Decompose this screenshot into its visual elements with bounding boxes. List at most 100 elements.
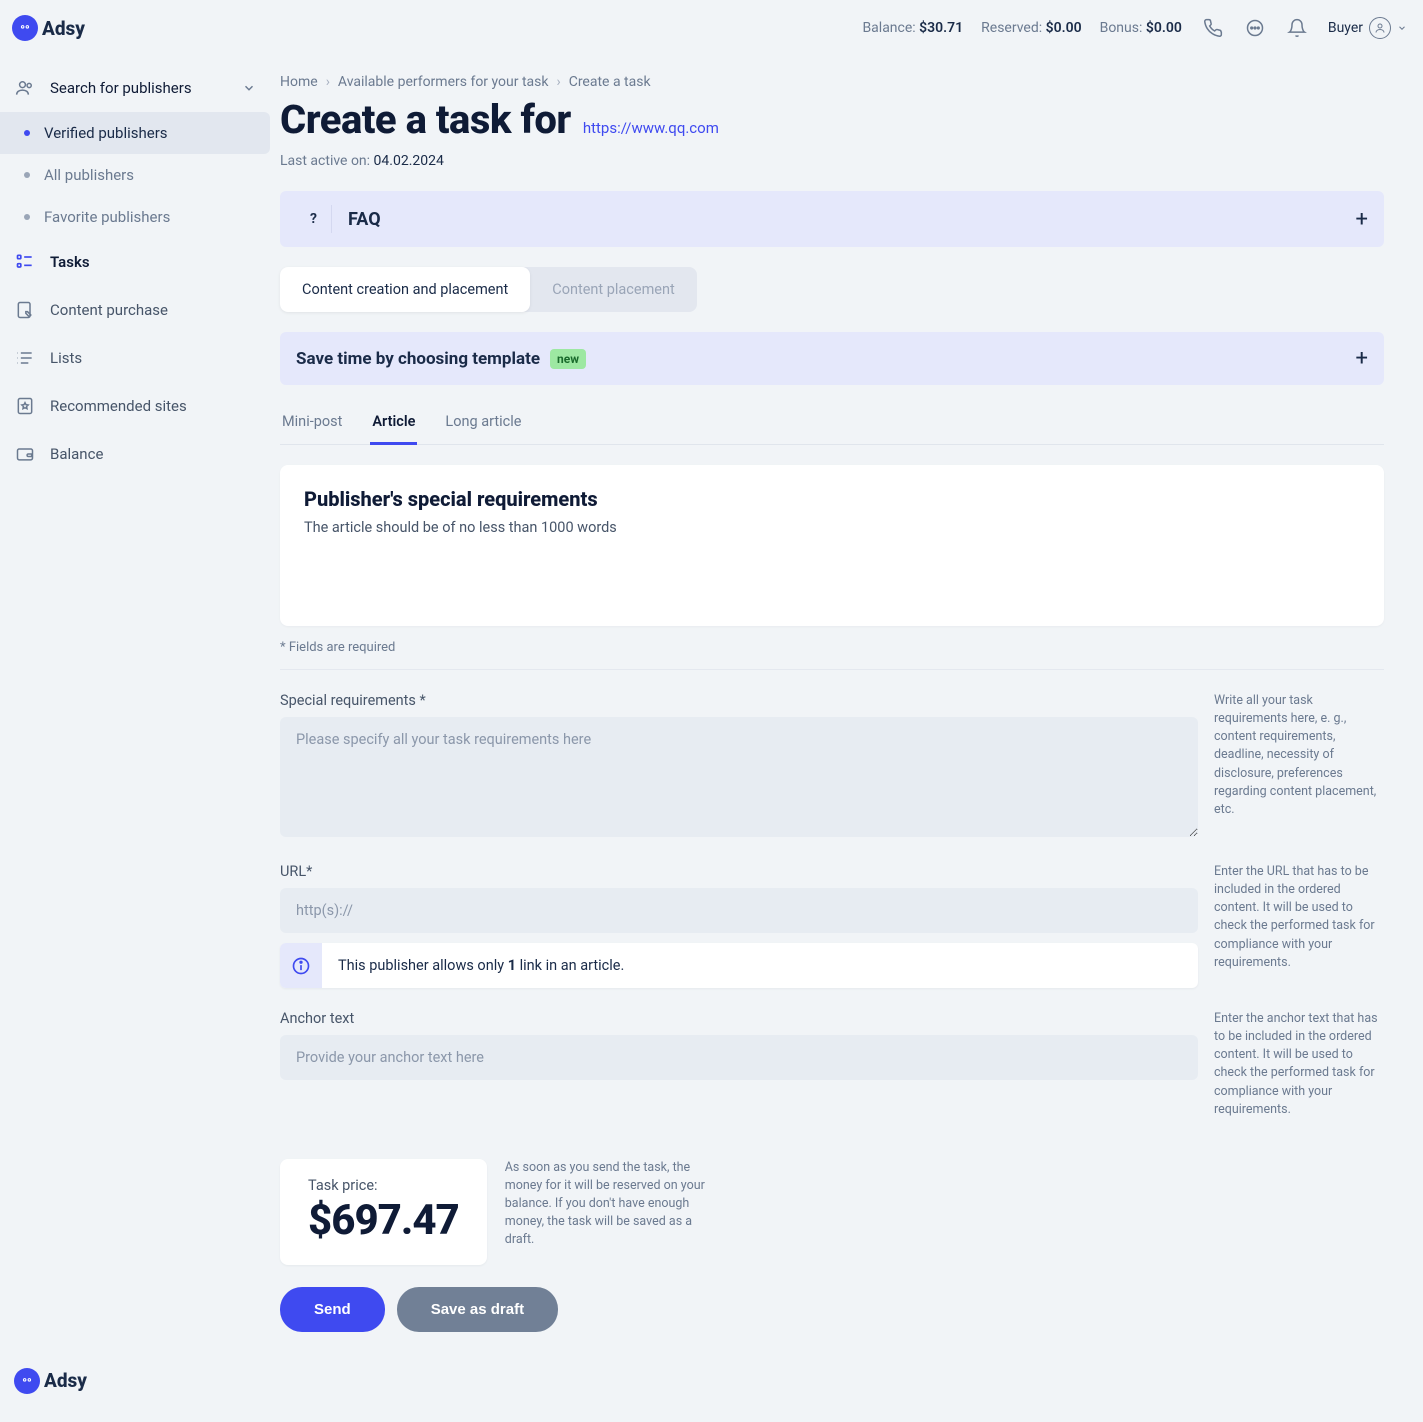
sidebar-item-label: All publishers — [44, 166, 134, 184]
price-card: Task price: $697.47 — [280, 1159, 487, 1265]
anchor-input[interactable] — [280, 1035, 1198, 1080]
sidebar-item-tasks[interactable]: Tasks — [0, 238, 270, 286]
field-special-requirements: Special requirements * Write all your ta… — [280, 692, 1384, 841]
avatar-icon — [1369, 17, 1391, 39]
plus-icon[interactable]: + — [1356, 346, 1368, 371]
save-draft-button[interactable]: Save as draft — [397, 1287, 558, 1332]
price-row: Task price: $697.47 As soon as you send … — [280, 1159, 1384, 1265]
logo-icon — [14, 1368, 40, 1394]
faq-question-icon: ? — [296, 205, 332, 233]
chevron-down-icon — [242, 81, 256, 95]
field-hint: Enter the anchor text that has to be inc… — [1214, 1010, 1384, 1119]
bonus-block[interactable]: Bonus: $0.00 — [1100, 20, 1182, 36]
sidebar-item-recommended[interactable]: Recommended sites — [0, 382, 270, 430]
task-type-pills: Content creation and placement Content p… — [280, 267, 697, 312]
price-value: $697.47 — [308, 1196, 459, 1245]
wallet-icon — [14, 444, 36, 464]
template-title: Save time by choosing template — [296, 349, 540, 369]
document-edit-icon — [14, 300, 36, 320]
special-requirements-input[interactable] — [280, 717, 1198, 837]
footer-logo[interactable]: Adsy — [12, 1368, 1384, 1394]
sidebar-item-balance[interactable]: Balance — [0, 430, 270, 478]
crumb-current: Create a task — [569, 74, 651, 90]
user-menu[interactable]: Buyer — [1328, 17, 1407, 39]
star-doc-icon — [14, 396, 36, 416]
form-actions: Send Save as draft — [280, 1287, 1384, 1332]
dot-icon — [24, 130, 30, 136]
price-hint: As soon as you send the task, the money … — [505, 1159, 715, 1265]
dot-icon — [24, 172, 30, 178]
bell-icon[interactable] — [1286, 17, 1308, 39]
chevron-right-icon: › — [326, 74, 330, 90]
breadcrumb: Home › Available performers for your tas… — [280, 74, 1384, 90]
new-badge: new — [550, 349, 586, 369]
sidebar-item-verified[interactable]: Verified publishers — [0, 112, 270, 154]
logo[interactable]: Adsy — [12, 15, 85, 41]
crumb-available[interactable]: Available performers for your task — [338, 74, 549, 90]
url-info: This publisher allows only 1 link in an … — [280, 943, 1198, 988]
plus-icon[interactable]: + — [1356, 207, 1368, 232]
tab-mini-post[interactable]: Mini-post — [280, 403, 344, 444]
send-button[interactable]: Send — [280, 1287, 385, 1332]
requirements-text: The article should be of no less than 10… — [304, 519, 1360, 536]
pill-content-creation[interactable]: Content creation and placement — [280, 267, 530, 312]
sidebar-item-label: Tasks — [50, 253, 90, 271]
info-text: This publisher allows only 1 link in an … — [322, 943, 640, 988]
field-label: URL* — [280, 863, 1198, 880]
field-url: URL* This publisher allows only 1 link i… — [280, 863, 1384, 988]
main: Home › Available performers for your tas… — [270, 0, 1410, 1422]
field-hint: Write all your task requirements here, e… — [1214, 692, 1384, 819]
sidebar-item-label: Verified publishers — [44, 124, 168, 142]
logo-icon — [12, 15, 38, 41]
users-icon — [14, 78, 36, 98]
sidebar-item-content-purchase[interactable]: Content purchase — [0, 286, 270, 334]
last-active: Last active on: 04.02.2024 — [280, 153, 1384, 169]
divider — [280, 669, 1384, 670]
tab-article[interactable]: Article — [370, 403, 417, 445]
sidebar: Search for publishers Verified publisher… — [0, 0, 270, 1422]
template-panel[interactable]: Save time by choosing template new + — [280, 332, 1384, 385]
publisher-requirements-box: Publisher's special requirements The art… — [280, 465, 1384, 626]
sidebar-search-publishers[interactable]: Search for publishers — [0, 64, 270, 112]
chat-icon[interactable] — [1244, 17, 1266, 39]
crumb-home[interactable]: Home — [280, 74, 318, 90]
content-type-tabs: Mini-post Article Long article — [280, 403, 1384, 445]
task-url-link[interactable]: https://www.qq.com — [583, 119, 719, 137]
user-role: Buyer — [1328, 20, 1363, 36]
dot-icon — [24, 214, 30, 220]
sidebar-item-label: Content purchase — [50, 301, 168, 319]
sidebar-item-label: Lists — [50, 349, 82, 367]
sidebar-item-lists[interactable]: Lists — [0, 334, 270, 382]
sidebar-item-label: Balance — [50, 445, 103, 463]
topbar-right: Balance: $30.71 Reserved: $0.00 Bonus: $… — [862, 17, 1407, 39]
faq-panel[interactable]: ? FAQ + — [280, 191, 1384, 247]
requirements-title: Publisher's special requirements — [304, 487, 1360, 511]
required-hint: * Fields are required — [280, 640, 1384, 655]
logo-text: Adsy — [44, 1369, 87, 1392]
phone-icon[interactable] — [1202, 17, 1224, 39]
page-title: Create a task for — [280, 96, 571, 143]
field-label: Anchor text — [280, 1010, 1198, 1027]
sidebar-item-label: Recommended sites — [50, 397, 187, 415]
logo-text: Adsy — [42, 17, 85, 40]
sidebar-item-label: Favorite publishers — [44, 208, 170, 226]
pill-content-placement[interactable]: Content placement — [530, 267, 697, 312]
sidebar-item-all[interactable]: All publishers — [0, 154, 270, 196]
balance-block[interactable]: Balance: $30.71 — [862, 20, 963, 36]
field-label: Special requirements * — [280, 692, 1198, 709]
faq-title: FAQ — [348, 209, 381, 230]
price-label: Task price: — [308, 1177, 459, 1194]
chevron-down-icon — [1397, 23, 1407, 33]
list-icon — [14, 348, 36, 368]
sidebar-label: Search for publishers — [50, 79, 192, 97]
field-hint: Enter the URL that has to be included in… — [1214, 863, 1384, 972]
tasks-icon — [14, 252, 36, 272]
info-icon — [280, 943, 322, 988]
chevron-right-icon: › — [556, 74, 560, 90]
topbar: Adsy Balance: $30.71 Reserved: $0.00 Bon… — [0, 0, 1423, 56]
field-anchor: Anchor text Enter the anchor text that h… — [280, 1010, 1384, 1119]
sidebar-item-favorite[interactable]: Favorite publishers — [0, 196, 270, 238]
tab-long-article[interactable]: Long article — [443, 403, 523, 444]
url-input[interactable] — [280, 888, 1198, 933]
reserved-block[interactable]: Reserved: $0.00 — [981, 20, 1081, 36]
